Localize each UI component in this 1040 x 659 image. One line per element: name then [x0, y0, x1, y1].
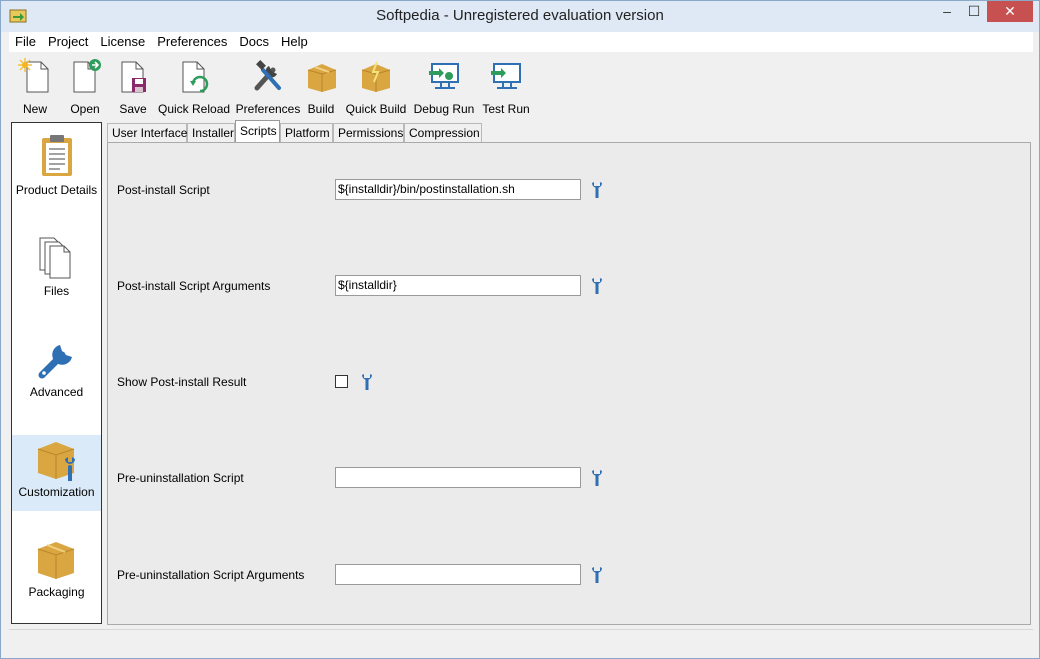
- toolbar: New Open Save Quick Reload Preferences B…: [9, 52, 1033, 116]
- edit-pre-uninstall-script-icon[interactable]: [590, 469, 604, 486]
- new-file-icon: [18, 58, 49, 93]
- sidebar-item-label: Packaging: [28, 585, 85, 599]
- sidebar-item-product-details[interactable]: Product Details: [12, 133, 101, 209]
- window-title: Softpedia - Unregistered evaluation vers…: [376, 7, 664, 24]
- menu-preferences[interactable]: Preferences: [151, 32, 233, 52]
- preferences-button[interactable]: Preferences: [235, 58, 301, 116]
- package-box-icon: [37, 542, 74, 579]
- tab-compression[interactable]: Compression: [404, 123, 482, 142]
- close-button[interactable]: ✕: [987, 1, 1033, 22]
- files-icon: [39, 237, 70, 279]
- save-button[interactable]: Save: [111, 58, 155, 116]
- open-file-icon: [73, 59, 101, 93]
- menu-file[interactable]: File: [9, 32, 42, 52]
- box-wrench-icon: [37, 442, 75, 481]
- pre-uninstall-script-label: Pre-uninstallation Script: [117, 471, 244, 485]
- title-bar: Softpedia - Unregistered evaluation vers…: [1, 1, 1039, 32]
- menu-docs[interactable]: Docs: [233, 32, 275, 52]
- quick-build-icon: [361, 61, 391, 92]
- build-button[interactable]: Build: [305, 58, 337, 116]
- sidebar-item-customization[interactable]: Customization: [12, 435, 101, 511]
- tools-icon: [254, 60, 281, 91]
- new-button[interactable]: New: [13, 58, 57, 116]
- debug-run-label: Debug Run: [413, 102, 475, 116]
- edit-show-post-install-result-icon[interactable]: [360, 373, 374, 390]
- clipboard-icon: [41, 135, 72, 176]
- menu-license[interactable]: License: [94, 32, 151, 52]
- sidebar-item-advanced[interactable]: Advanced: [12, 335, 101, 411]
- preferences-label: Preferences: [235, 102, 301, 116]
- app-window: Softpedia - Unregistered evaluation vers…: [0, 0, 1040, 659]
- debug-run-button[interactable]: Debug Run: [413, 58, 475, 116]
- sidebar-item-label: Product Details: [15, 183, 98, 197]
- menu-help[interactable]: Help: [275, 32, 314, 52]
- sidebar-item-packaging[interactable]: Packaging: [12, 535, 101, 611]
- edit-pre-uninstall-args-icon[interactable]: [590, 566, 604, 583]
- test-run-button[interactable]: Test Run: [481, 58, 531, 116]
- test-run-label: Test Run: [482, 102, 530, 116]
- pre-uninstall-script-input[interactable]: [335, 467, 581, 488]
- build-label: Build: [307, 102, 335, 116]
- open-button[interactable]: Open: [63, 58, 107, 116]
- show-post-install-result-checkbox[interactable]: [335, 375, 348, 388]
- status-bar: [9, 629, 1033, 653]
- sidebar-item-label: Customization: [18, 485, 95, 499]
- quick-build-button[interactable]: Quick Build: [343, 58, 409, 116]
- save-label: Save: [119, 102, 147, 116]
- build-box-icon: [307, 64, 337, 92]
- open-label: Open: [70, 102, 100, 116]
- pre-uninstall-args-label: Pre-uninstallation Script Arguments: [117, 568, 305, 582]
- show-post-install-result-label: Show Post-install Result: [117, 375, 247, 389]
- minimize-button[interactable]: –: [934, 1, 960, 22]
- tab-installer[interactable]: Installer: [187, 123, 235, 142]
- sidebar-item-label: Advanced: [29, 385, 84, 399]
- tab-user-interface[interactable]: User Interface: [107, 123, 187, 142]
- edit-post-install-script-icon[interactable]: [590, 181, 604, 198]
- new-label: New: [22, 102, 47, 116]
- quick-build-label: Quick Build: [345, 102, 407, 116]
- sidebar-item-files[interactable]: Files: [12, 234, 101, 310]
- sidebar: Product Details Files Advanced Customiza…: [11, 122, 102, 624]
- post-install-args-input[interactable]: ${installdir}: [335, 275, 581, 296]
- post-install-args-label: Post-install Script Arguments: [117, 279, 271, 293]
- scripts-panel: Post-install Script ${installdir}/bin/po…: [107, 142, 1031, 625]
- menu-project[interactable]: Project: [42, 32, 94, 52]
- quick-reload-label: Quick Reload: [158, 102, 231, 116]
- quick-reload-button[interactable]: Quick Reload: [158, 58, 231, 116]
- menu-bar: File Project License Preferences Docs Help: [9, 32, 1033, 52]
- post-install-script-label: Post-install Script: [117, 183, 210, 197]
- debug-run-icon: [429, 63, 459, 89]
- save-icon: [121, 61, 146, 93]
- maximize-button[interactable]: ☐: [961, 1, 987, 22]
- test-run-icon: [491, 63, 521, 89]
- sidebar-item-label: Files: [43, 284, 70, 298]
- tab-platform[interactable]: Platform: [280, 123, 333, 142]
- pre-uninstall-args-input[interactable]: [335, 564, 581, 585]
- tab-permissions[interactable]: Permissions: [333, 123, 404, 142]
- edit-post-install-args-icon[interactable]: [590, 277, 604, 294]
- post-install-script-input[interactable]: ${installdir}/bin/postinstallation.sh: [335, 179, 581, 200]
- tab-scripts[interactable]: Scripts: [235, 120, 280, 142]
- wrench-icon: [38, 345, 72, 379]
- reload-icon: [182, 61, 209, 93]
